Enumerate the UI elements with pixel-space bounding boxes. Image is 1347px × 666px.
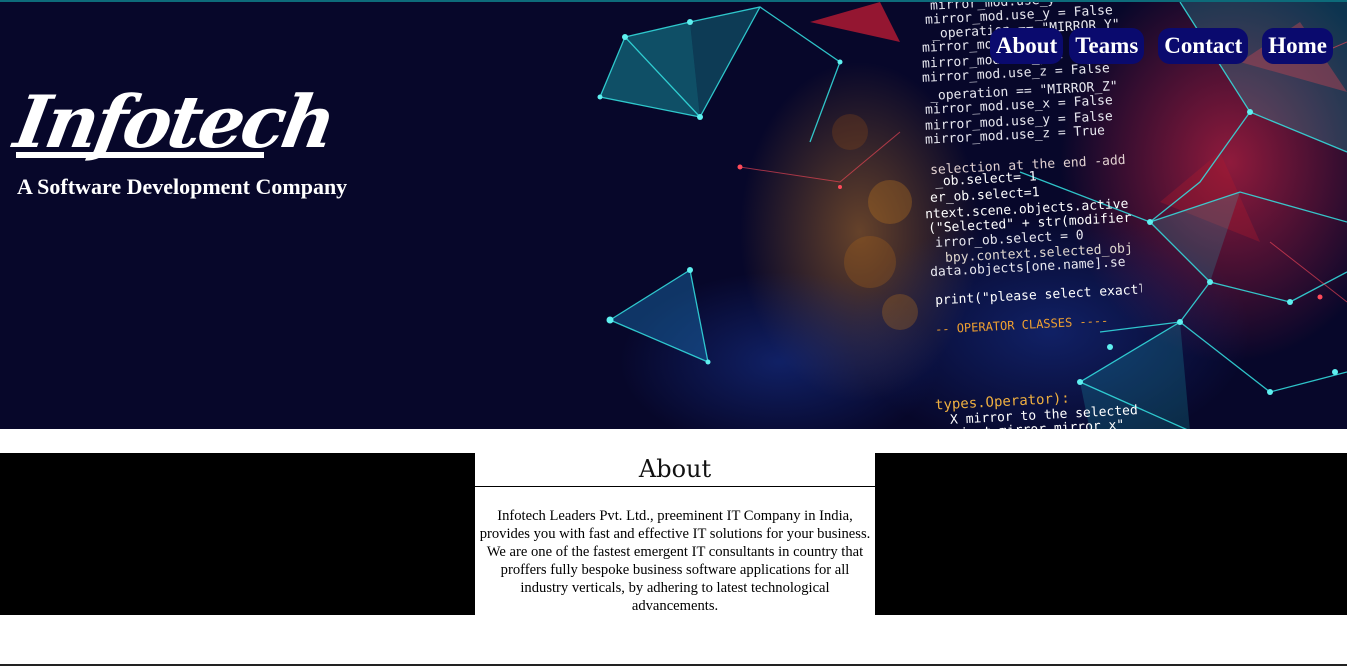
logo-underline — [16, 152, 264, 158]
about-heading: About — [475, 453, 875, 487]
nav-link-home[interactable]: Home — [1262, 28, 1333, 64]
hero-network-image — [0, 2, 1347, 429]
nav-link-contact[interactable]: Contact — [1158, 28, 1249, 64]
nav-link-teams[interactable]: Teams — [1069, 28, 1145, 64]
hero-banner: mirror_mod.use_y = True mirror_mod.use_y … — [0, 0, 1347, 429]
main-nav: About Teams Contact Home — [989, 28, 1333, 64]
nav-link-about[interactable]: About — [989, 28, 1064, 64]
site-tagline: A Software Development Company — [17, 174, 348, 199]
page: mirror_mod.use_y = True mirror_mod.use_y … — [0, 0, 1347, 666]
about-section: About Infotech Leaders Pvt. Ltd., preemi… — [475, 453, 875, 615]
about-description: Infotech Leaders Pvt. Ltd., preeminent I… — [479, 508, 871, 614]
